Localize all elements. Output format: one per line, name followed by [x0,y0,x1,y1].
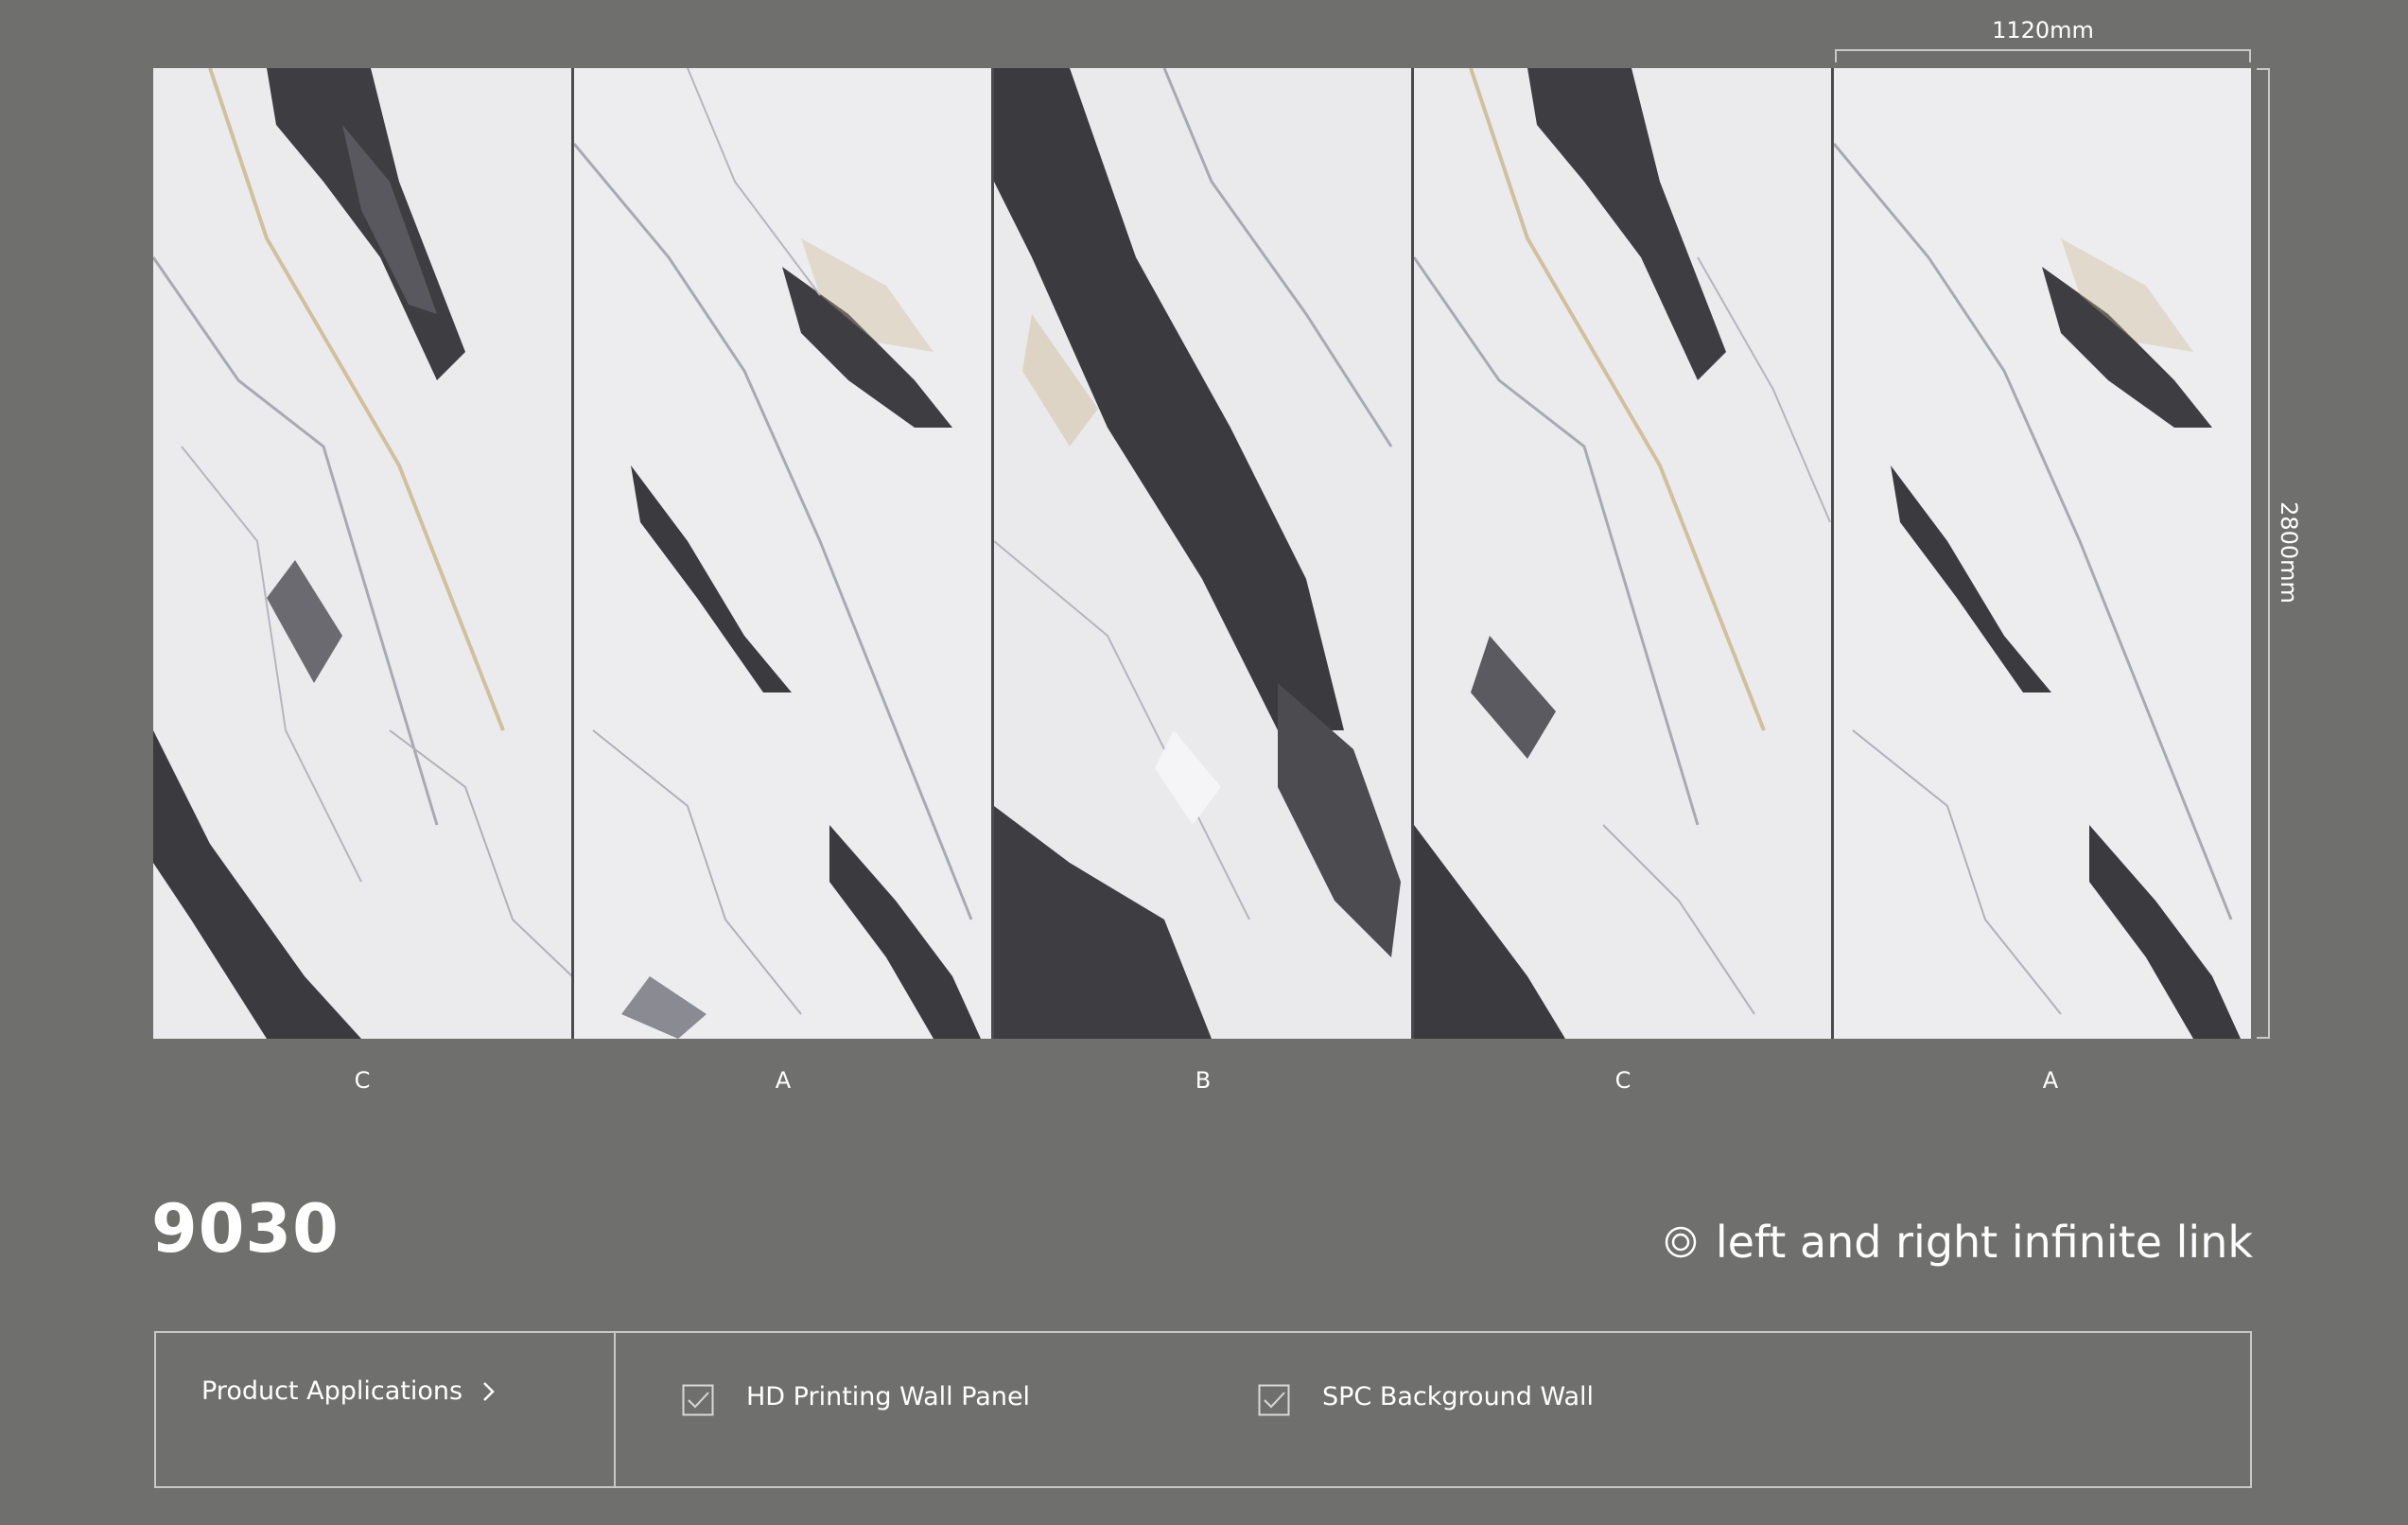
application-item-hd-printing: HD Printing Wall Panel [682,1376,1030,1416]
height-dimension-label: 2800mm [2276,501,2302,604]
width-dimension-label: 1120mm [1992,17,2094,44]
product-sheet: 1120mm 2800mm C A B C A 9030 left and ri… [0,0,2408,1525]
double-circle-icon [1665,1226,1697,1258]
chevron-right-icon [483,1381,495,1401]
panel-label: C [354,1067,371,1094]
feature-text: left and right infinite link [1715,1217,2253,1268]
marble-panel-1 [153,68,572,1039]
application-label: HD Printing Wall Panel [746,1381,1031,1411]
marble-panel-2 [574,68,993,1039]
panel-label: B [1195,1067,1212,1094]
marble-panel-3 [994,68,1413,1039]
panel-label: A [775,1067,792,1094]
applications-table: Product Applications HD Printing Wall Pa… [154,1331,2252,1488]
marble-panel-4 [1414,68,1833,1039]
marble-panel-strip [153,68,2251,1039]
marble-panel-5 [1834,68,2251,1039]
panel-label: A [2042,1067,2059,1094]
applications-divider [614,1333,616,1486]
product-applications-heading[interactable]: Product Applications [201,1376,497,1406]
checkbox-checked-icon[interactable] [1258,1384,1290,1416]
height-dimension-line [2257,68,2270,1039]
checkbox-checked-icon[interactable] [682,1384,714,1416]
applications-heading-label: Product Applications [201,1376,463,1406]
width-dimension-line [1835,49,2251,62]
application-item-spc-wall: SPC Background Wall [1258,1376,1594,1416]
feature-line: left and right infinite link [1665,1217,2253,1268]
application-label: SPC Background Wall [1322,1381,1595,1411]
product-code: 9030 [151,1190,340,1268]
panel-label: C [1614,1067,1632,1094]
